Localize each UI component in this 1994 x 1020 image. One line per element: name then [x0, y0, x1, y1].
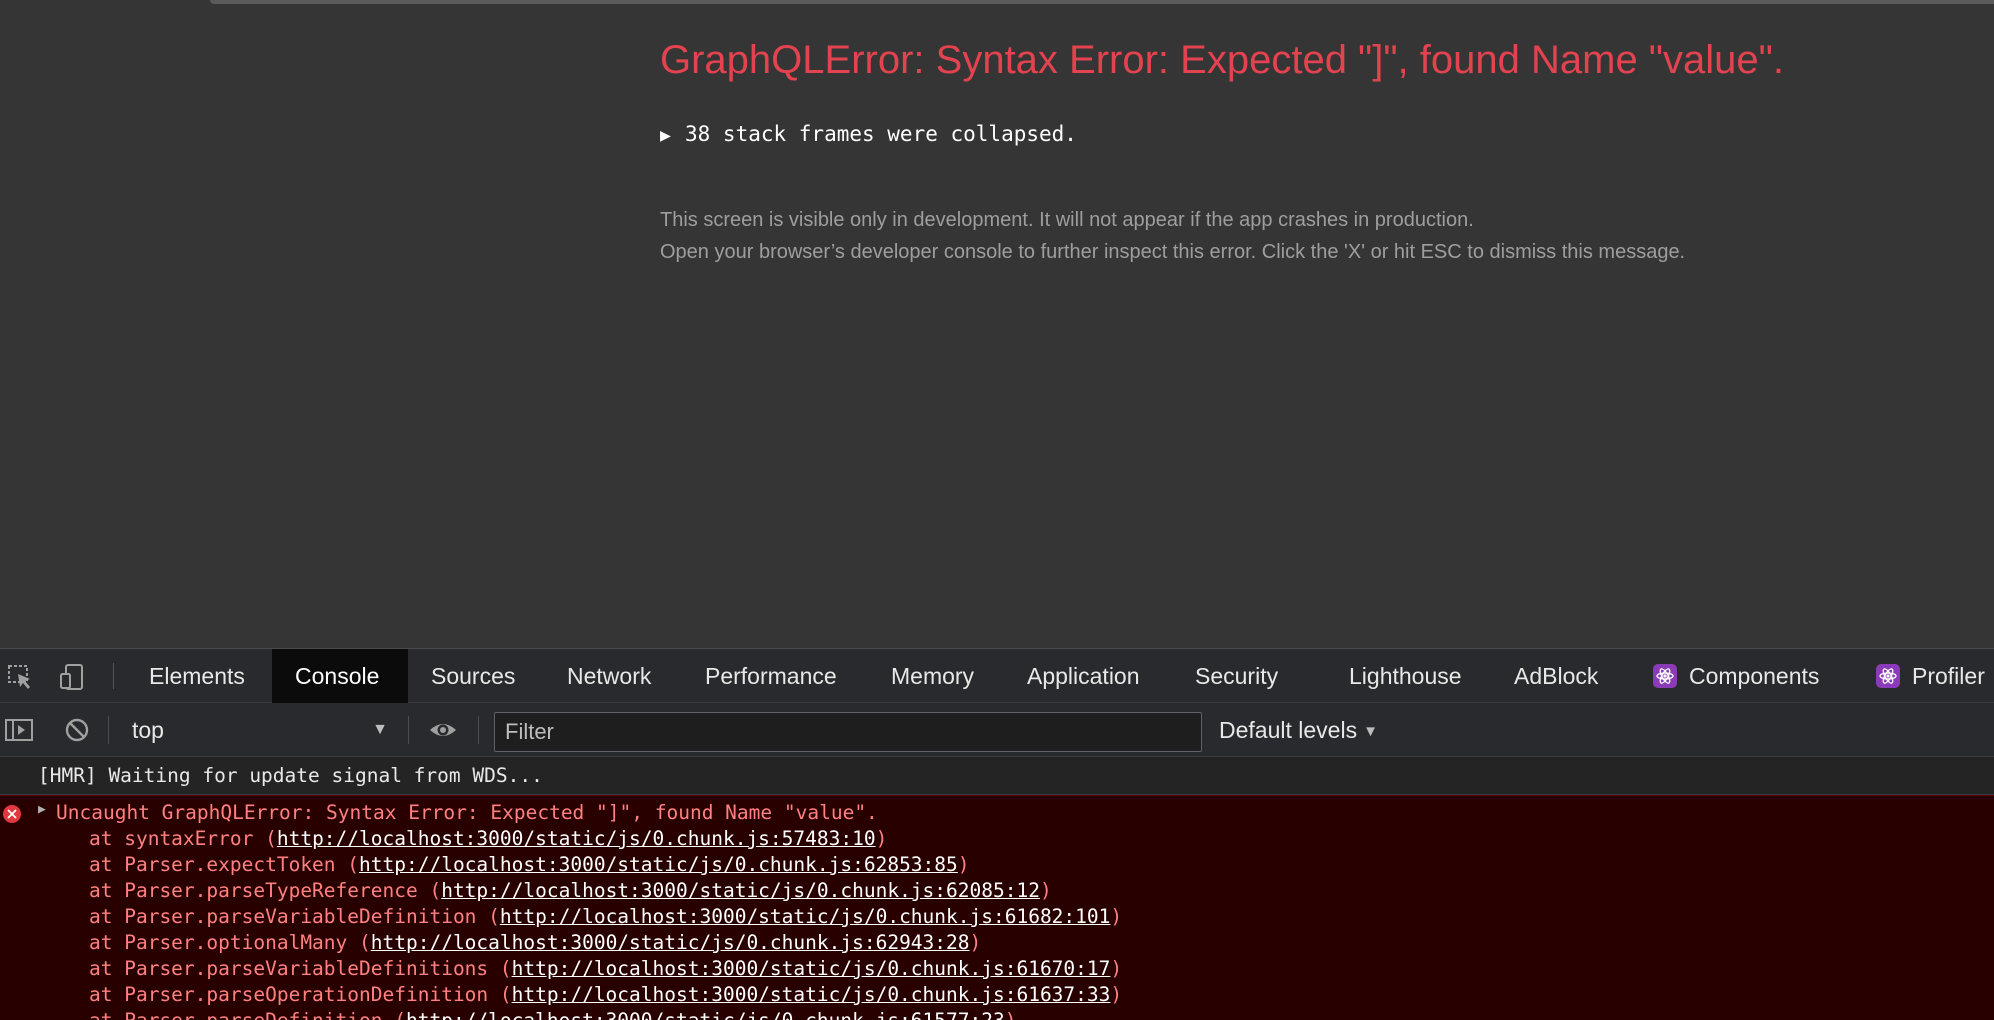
console-error-message: ▶ Uncaught GraphQLError: Syntax Error: E… [0, 795, 1994, 1020]
tab-console[interactable]: Console [272, 649, 408, 703]
stack-frame: at Parser.parseVariableDefinitions (http… [89, 956, 1122, 982]
stack-frame-link[interactable]: http://localhost:3000/static/js/0.chunk.… [500, 905, 1110, 928]
tab-components[interactable]: Components [1630, 649, 1842, 703]
devtools-tabbar: Elements Console Sources Network Perform… [0, 649, 1994, 703]
stack-frame-link[interactable]: http://localhost:3000/static/js/0.chunk.… [359, 853, 958, 876]
stack-frame: at Parser.optionalMany (http://localhost… [89, 930, 1122, 956]
devtools-panel: Elements Console Sources Network Perform… [0, 648, 1994, 1020]
stack-frame-link[interactable]: http://localhost:3000/static/js/0.chunk.… [441, 879, 1040, 902]
collapsed-frames-toggle[interactable]: ▶ 38 stack frames were collapsed. [660, 122, 1077, 146]
stack-frame-close: ) [1110, 905, 1123, 928]
stack-frame-function: at syntaxError ( [89, 827, 277, 850]
stack-frame: at Parser.parseOperationDefinition (http… [89, 982, 1122, 1008]
tab-lighthouse[interactable]: Lighthouse [1326, 649, 1485, 703]
chevron-down-icon: ▼ [372, 721, 388, 738]
expand-triangle-icon[interactable]: ▶ [38, 802, 46, 817]
console-message: [HMR] Waiting for update signal from WDS… [0, 757, 1994, 795]
clear-console-icon[interactable] [62, 715, 92, 745]
tab-security[interactable]: Security [1172, 649, 1301, 703]
development-note: This screen is visible only in developme… [660, 204, 1685, 268]
stack-frame-close: ) [1039, 879, 1052, 902]
filter-input[interactable] [494, 712, 1202, 752]
stack-frame-link[interactable]: http://localhost:3000/static/js/0.chunk.… [512, 957, 1111, 980]
log-levels-label: Default levels [1219, 717, 1358, 743]
tab-memory[interactable]: Memory [868, 649, 997, 703]
live-expression-eye-icon[interactable] [428, 715, 458, 745]
development-note-line-1: This screen is visible only in developme… [660, 209, 1474, 231]
device-toolbar-icon[interactable] [58, 662, 88, 692]
stack-frame-close: ) [1110, 957, 1123, 980]
expand-triangle-icon: ▶ [660, 125, 671, 146]
error-overlay: GraphQLError: Syntax Error: Expected "]"… [0, 0, 1994, 648]
error-message-text: Uncaught GraphQLError: Syntax Error: Exp… [56, 801, 878, 824]
stack-frame-link[interactable]: http://localhost:3000/static/js/0.chunk.… [512, 983, 1111, 1006]
tab-adblock[interactable]: AdBlock [1491, 649, 1621, 703]
console-output: [HMR] Waiting for update signal from WDS… [0, 757, 1994, 1020]
stack-frame-link[interactable]: http://localhost:3000/static/js/0.chunk.… [277, 827, 876, 850]
tab-elements[interactable]: Elements [126, 649, 268, 703]
toolbar-separator [108, 716, 109, 744]
stack-frame-link[interactable]: http://localhost:3000/static/js/0.chunk.… [371, 931, 970, 954]
development-note-line-2: Open your browser’s developer console to… [660, 241, 1686, 263]
tab-profiler[interactable]: Profiler [1853, 649, 1994, 703]
tabbar-separator [113, 663, 114, 689]
stack-frame-function: at Parser.parseVariableDefinition ( [89, 905, 500, 928]
tab-components-label: Components [1689, 663, 1820, 689]
react-icon [1653, 664, 1677, 688]
stack-frame: at syntaxError (http://localhost:3000/st… [89, 826, 1122, 852]
stack-frame-function: at Parser.optionalMany ( [89, 931, 371, 954]
chevron-down-icon: ▼ [1363, 723, 1378, 740]
console-toolbar: top ▼ Default levels ▼ [0, 703, 1994, 757]
stack-trace: at syntaxError (http://localhost:3000/st… [89, 826, 1122, 1020]
stack-frame-close: ) [1005, 1009, 1017, 1020]
toolbar-separator [408, 716, 409, 744]
overlay-top-edge [210, 0, 1994, 4]
tab-application[interactable]: Application [1004, 649, 1163, 703]
tab-profiler-label: Profiler [1912, 663, 1985, 689]
error-icon [3, 805, 21, 823]
stack-frame-close: ) [969, 931, 982, 954]
browser-window: GraphQLError: Syntax Error: Expected "]"… [0, 0, 1994, 1020]
tab-network[interactable]: Network [544, 649, 674, 703]
stack-frame-function: at Parser.expectToken ( [89, 853, 360, 876]
show-sidebar-icon[interactable] [4, 715, 34, 745]
context-select[interactable]: top ▼ [120, 711, 396, 749]
inspect-element-icon[interactable] [6, 662, 36, 692]
error-title: GraphQLError: Syntax Error: Expected "]"… [660, 38, 1784, 82]
tab-performance[interactable]: Performance [682, 649, 860, 703]
stack-frame-function: at Parser.parseVariableDefinitions ( [89, 957, 512, 980]
stack-frame-function: at Parser.parseDefinition ( [89, 1009, 406, 1020]
stack-frame-close: ) [1110, 983, 1123, 1006]
stack-frame: at Parser.expectToken (http://localhost:… [89, 852, 1122, 878]
stack-frame-function: at Parser.parseOperationDefinition ( [89, 983, 512, 1006]
react-icon [1876, 664, 1900, 688]
stack-frame-function: at Parser.parseTypeReference ( [89, 879, 442, 902]
tab-sources[interactable]: Sources [408, 649, 538, 703]
stack-frame: at Parser.parseDefinition (http://localh… [89, 1008, 1122, 1020]
stack-frame-link[interactable]: http://localhost:3000/static/js/0.chunk.… [406, 1009, 1005, 1020]
toolbar-separator [478, 716, 479, 744]
collapsed-frames-label: 38 stack frames were collapsed. [685, 122, 1077, 146]
context-select-value: top [132, 717, 164, 743]
stack-frame-close: ) [957, 853, 970, 876]
stack-frame-close: ) [875, 827, 888, 850]
stack-frame: at Parser.parseVariableDefinition (http:… [89, 904, 1122, 930]
stack-frame: at Parser.parseTypeReference (http://loc… [89, 878, 1122, 904]
log-levels-dropdown[interactable]: Default levels ▼ [1219, 711, 1378, 749]
